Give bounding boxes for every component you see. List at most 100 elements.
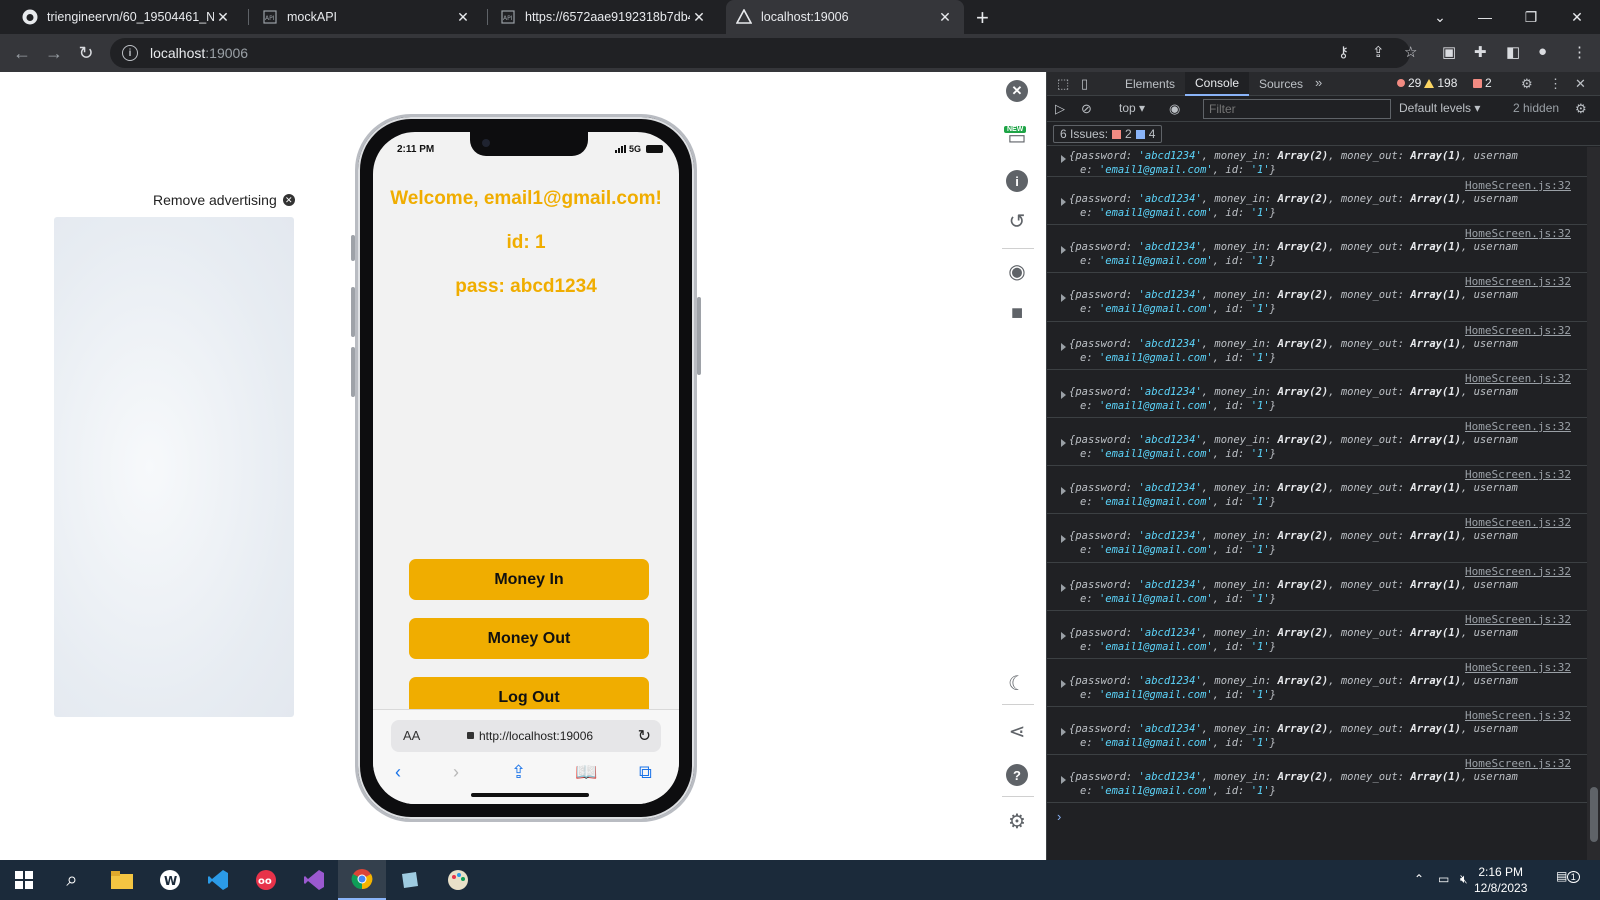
money-out-button[interactable]: Money Out [409,618,649,659]
log-source-link[interactable]: HomeScreen.js:32 [1465,468,1571,481]
log-source-link[interactable]: HomeScreen.js:32 [1465,420,1571,433]
scrollbar-thumb[interactable] [1590,787,1598,842]
expand-triangle-icon[interactable] [1061,342,1066,351]
menu-kebab-icon[interactable]: ⋮ [1572,43,1587,61]
expand-triangle-icon[interactable] [1061,679,1066,688]
safari-address-bar[interactable]: AA http://localhost:19006 ↻ [391,720,661,752]
reload-button[interactable]: ↻ [72,39,100,67]
start-button[interactable] [0,860,48,900]
vscode-button[interactable] [194,860,242,900]
safari-back-icon[interactable]: ‹ [395,762,401,783]
console-log-entry[interactable]: HomeScreen.js:32 {password: 'abcd1234', m… [1047,418,1587,467]
console-filter-input[interactable] [1203,99,1391,119]
console-log-entry[interactable]: {password: 'abcd1234', money_in: Array(2… [1047,147,1587,177]
devices-icon[interactable]: ▭ [1006,126,1028,149]
rotate-icon[interactable]: ↺ [1006,210,1028,233]
close-window-button[interactable]: ✕ [1554,0,1600,34]
app-red-button[interactable]: oo [242,860,290,900]
console-log-entry[interactable]: HomeScreen.js:32 {password: 'abcd1234', m… [1047,370,1587,418]
expand-triangle-icon[interactable] [1061,487,1066,496]
chrome-button[interactable] [338,860,386,900]
log-source-link[interactable]: HomeScreen.js:32 [1465,275,1571,288]
console-log-entry[interactable]: HomeScreen.js:32 {password: 'abcd1234', m… [1047,611,1587,659]
video-icon[interactable]: ■ [1006,302,1028,324]
system-clock[interactable]: 2:16 PM 12/8/2023 [1474,864,1527,896]
log-source-link[interactable]: HomeScreen.js:32 [1465,516,1571,529]
issues-button[interactable]: 6 Issues: 2 4 [1053,125,1163,143]
log-source-link[interactable]: HomeScreen.js:32 [1465,227,1571,240]
expand-triangle-icon[interactable] [1061,535,1066,544]
close-tab-icon[interactable]: ✕ [454,9,472,26]
share-nodes-icon[interactable]: ⋖ [1006,720,1028,743]
log-source-link[interactable]: HomeScreen.js:32 [1465,613,1571,626]
tab-console[interactable]: Console [1185,72,1250,96]
log-source-link[interactable]: HomeScreen.js:32 [1465,709,1571,722]
console-log-entry[interactable]: HomeScreen.js:32 {password: 'abcd1234', m… [1047,659,1587,708]
safari-forward-icon[interactable]: › [453,762,459,783]
close-tab-icon[interactable]: ✕ [690,9,708,26]
inspect-element-icon[interactable]: ⬚ [1057,76,1069,92]
console-log-entry[interactable]: HomeScreen.js:32 {password: 'abcd1234', m… [1047,177,1587,226]
context-select[interactable]: top ▾ [1119,101,1145,115]
safari-tabs-icon[interactable]: ⧉ [639,762,652,783]
console-log-entry[interactable]: HomeScreen.js:32 {password: 'abcd1234', m… [1047,322,1587,370]
close-devtools-icon[interactable]: ✕ [1575,76,1586,92]
console-scrollbar[interactable] [1587,147,1600,860]
paint-button[interactable] [434,860,482,900]
log-source-link[interactable]: HomeScreen.js:32 [1465,372,1571,385]
console-log-entry[interactable]: HomeScreen.js:32 {password: 'abcd1234', m… [1047,707,1587,756]
issues-count[interactable]: 2 [1473,76,1492,90]
expand-triangle-icon[interactable] [1061,294,1066,303]
expand-triangle-icon[interactable] [1061,198,1066,206]
error-count[interactable]: 29 198 [1397,76,1457,90]
camera-icon[interactable]: ◉ [1006,260,1028,283]
expand-triangle-icon[interactable] [1061,390,1066,399]
settings-gear-icon[interactable]: ⚙ [1521,76,1533,92]
log-source-link[interactable]: HomeScreen.js:32 [1465,661,1571,674]
live-expression-eye-icon[interactable]: ◉ [1169,101,1180,117]
notifications-button[interactable]: ▤ 1 [1556,869,1580,883]
forward-button[interactable]: → [40,39,68,67]
console-log-entry[interactable]: HomeScreen.js:32 {password: 'abcd1234', m… [1047,466,1587,515]
clear-console-icon[interactable]: ⊘ [1081,101,1092,117]
info-circle-icon[interactable]: i [1006,170,1028,192]
extension-icon[interactable]: ▣ [1442,43,1456,61]
share-icon[interactable]: ⇪ [1372,43,1385,61]
profile-avatar-icon[interactable]: ● [1538,43,1547,60]
expand-triangle-icon[interactable] [1061,728,1066,737]
settings-gear-icon[interactable]: ⚙ [1006,810,1028,833]
log-source-link[interactable]: HomeScreen.js:32 [1465,757,1571,770]
tab-sources[interactable]: Sources [1249,72,1313,96]
notepad-button[interactable] [386,860,434,900]
expand-triangle-icon[interactable] [1061,776,1066,785]
expand-triangle-icon[interactable] [1061,583,1066,592]
back-button[interactable]: ← [8,39,36,67]
expand-triangle-icon[interactable] [1061,438,1066,447]
file-explorer-button[interactable] [98,860,146,900]
tab-github[interactable]: triengineervn/60_19504461_Ngu ✕ [12,0,242,34]
safari-bookmarks-icon[interactable]: 📖 [575,762,597,783]
bookmark-star-icon[interactable]: ☆ [1404,43,1417,61]
close-circle-icon[interactable]: ✕ [1006,80,1028,102]
close-tab-icon[interactable]: ✕ [214,9,232,26]
console-log-entry[interactable]: HomeScreen.js:32 {password: 'abcd1234', m… [1047,273,1587,322]
puzzle-extensions-icon[interactable]: ✚ [1474,43,1487,61]
side-panel-icon[interactable]: ◧ [1506,43,1520,61]
text-size-button[interactable]: AA [403,728,420,743]
more-tabs-icon[interactable]: » [1315,75,1322,90]
log-source-link[interactable]: HomeScreen.js:32 [1465,565,1571,578]
show-hidden-icons[interactable]: ⌃ [1414,872,1424,886]
info-icon[interactable]: i [122,45,138,61]
device-toolbar-icon[interactable]: ▯ [1081,76,1088,92]
console-prompt[interactable]: › [1057,809,1061,824]
expand-triangle-icon[interactable] [1061,631,1066,640]
close-tab-icon[interactable]: ✕ [936,9,954,26]
key-icon[interactable]: ⚷ [1338,43,1349,61]
money-in-button[interactable]: Money In [409,559,649,600]
tab-localhost[interactable]: localhost:19006 ✕ [726,0,964,34]
sidebar-toggle-icon[interactable]: ▷ [1055,101,1065,117]
visual-studio-button[interactable] [290,860,338,900]
safari-share-icon[interactable]: ⇪ [511,762,526,783]
tab-mockapi[interactable]: API mockAPI ✕ [252,0,482,34]
tab-search-icon[interactable]: ⌄ [1417,0,1463,34]
